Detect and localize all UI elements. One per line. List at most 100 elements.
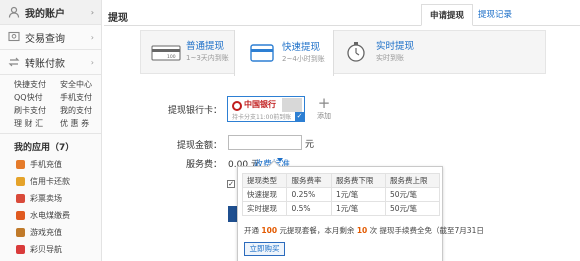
tab-apply-withdraw[interactable]: 申请提现 xyxy=(421,4,474,26)
subnav-link[interactable]: 优 惠 券 xyxy=(60,117,110,130)
subnav-link[interactable]: 快捷支付 xyxy=(14,78,60,91)
gift-icon xyxy=(16,245,25,254)
app-label: 彩贝导航 xyxy=(30,245,62,254)
table-cell: 快速提现 xyxy=(241,187,288,202)
chevron-right-icon: › xyxy=(90,58,94,67)
sidebar-item-transfer[interactable]: 转账付款 › xyxy=(0,50,101,75)
type-desc: 1~3天内到账 xyxy=(186,54,229,62)
user-icon xyxy=(8,6,20,18)
app-item-credit-card[interactable]: 信用卡还款 xyxy=(0,173,101,190)
table-header: 服务费率 xyxy=(286,173,332,188)
my-apps-label: 我的应用 xyxy=(14,143,51,153)
subnav-link[interactable]: 刷卡支付 xyxy=(14,104,60,117)
note-text: 次 提现手续费全免（截至7月31日 xyxy=(369,226,484,235)
sidebar-item-label: 我的账户 xyxy=(25,8,65,20)
table-header: 提现类型 xyxy=(241,173,288,188)
my-apps-count: （7） xyxy=(50,143,75,153)
app-label: 彩票卖场 xyxy=(30,194,62,203)
fee-standard-popup: 提现类型 服务费率 服务费下限 服务费上限 快速提现 0.25% 1元/笔 50… xyxy=(237,160,484,261)
fee-table: 提现类型 服务费率 服务费下限 服务费上限 快速提现 0.25% 1元/笔 50… xyxy=(241,173,441,216)
type-name: 快速提现 xyxy=(282,42,321,53)
type-desc: 2~4小时到账 xyxy=(282,55,325,63)
note-text: 开通 xyxy=(244,226,259,235)
app-item-lottery[interactable]: 彩票卖场 xyxy=(0,190,101,207)
chevron-right-icon: › xyxy=(90,8,94,17)
app-label: 游戏充值 xyxy=(30,228,62,237)
note-amount: 100 xyxy=(261,226,278,235)
subnav-link[interactable]: 手机支付 xyxy=(60,91,110,104)
sidebar-item-label: 转账付款 xyxy=(25,58,65,70)
add-card-label: 添加 xyxy=(317,112,331,120)
subnav-link[interactable]: 我的支付 xyxy=(60,104,110,117)
amount-label: 提现金额： xyxy=(176,141,222,151)
table-cell: 50元/笔 xyxy=(384,187,441,202)
type-name: 实时提现 xyxy=(376,41,415,52)
my-apps-heading: 我的应用（7） xyxy=(0,134,101,156)
app-label: 信用卡还款 xyxy=(30,177,70,186)
table-cell: 0.5% xyxy=(286,201,332,216)
transfer-icon xyxy=(8,57,20,67)
amount-unit: 元 xyxy=(305,140,315,150)
table-row: 快速提现 0.25% 1元/笔 50元/笔 xyxy=(241,187,441,202)
game-icon xyxy=(16,228,25,237)
bank-desc: 持卡分支11:00前到账 xyxy=(232,114,292,121)
svg-text:100: 100 xyxy=(167,54,176,60)
type-realtime-withdraw[interactable]: 实时提现 实时到账 xyxy=(341,31,436,73)
buy-now-button[interactable]: 立即购买 xyxy=(244,242,285,256)
plus-icon: + xyxy=(317,94,331,112)
sidebar-item-label: 交易查询 xyxy=(25,33,65,45)
sidebar-subnav: 快捷支付 安全中心 QQ快付 手机支付 刷卡支付 我的支付 理 财 汇 优 惠 … xyxy=(0,75,101,134)
sidebar-item-my-account[interactable]: 我的账户 › xyxy=(0,0,101,25)
add-card-button[interactable]: + 添加 xyxy=(313,96,335,122)
package-note: 开通 100 元提现套餐，本月剩余 10 次 提现手续费全免（截至7月31日 xyxy=(244,225,484,236)
type-name: 普通提现 xyxy=(186,41,225,52)
table-cell: 实时提现 xyxy=(241,201,288,216)
table-row: 实时提现 0.5% 1元/笔 50元/笔 xyxy=(241,201,441,216)
lottery-icon xyxy=(16,194,25,203)
app-label: 手机充值 xyxy=(30,160,62,169)
table-header: 服务费下限 xyxy=(330,173,386,188)
sidebar: 我的账户 › 交易查询 › 转账付款 › 快捷支付 安全中心 QQ快付 手机支付… xyxy=(0,0,102,261)
check-icon: ✓ xyxy=(295,112,304,121)
app-label: 水电煤缴费 xyxy=(30,211,70,220)
table-header-row: 提现类型 服务费率 服务费下限 服务费上限 xyxy=(241,173,441,188)
bank-name: 中国银行 xyxy=(244,100,276,109)
fee-label: 服务费： xyxy=(185,160,222,170)
type-desc: 实时到账 xyxy=(376,54,404,62)
subnav-link[interactable]: 安全中心 xyxy=(60,78,110,91)
note-text: 元提现套餐，本月剩余 xyxy=(279,226,355,235)
page-title: 提现 xyxy=(108,13,128,24)
tab-withdraw-history[interactable]: 提现记录 xyxy=(470,4,520,26)
agreement-checkbox[interactable]: ✓ xyxy=(227,180,235,188)
app-item-phone-recharge[interactable]: 手机充值 xyxy=(0,156,101,173)
flame-icon xyxy=(16,211,25,220)
credit-card-icon xyxy=(16,177,25,186)
app-item-utilities[interactable]: 水电煤缴费 xyxy=(0,207,101,224)
page-header: 提现 申请提现 提现记录 xyxy=(104,4,580,26)
card-number-mask xyxy=(282,98,302,112)
table-header: 服务费上限 xyxy=(384,173,441,188)
stopwatch-icon xyxy=(347,42,365,62)
app-item-game[interactable]: 游戏充值 xyxy=(0,224,101,241)
type-fast-withdraw[interactable]: 快速提现 2~4小时到账 xyxy=(234,30,334,76)
card-icon xyxy=(250,44,274,62)
withdraw-type-selector: 100 普通提现 1~3天内到账 快速提现 2~4小时到账 实时提现实时到账 xyxy=(140,30,546,76)
table-cell: 0.25% xyxy=(286,187,332,202)
table-cell: 1元/笔 xyxy=(330,201,386,216)
table-cell: 50元/笔 xyxy=(384,201,441,216)
chevron-right-icon: › xyxy=(90,33,94,42)
note-count: 10 xyxy=(356,226,368,235)
type-normal-withdraw[interactable]: 100 普通提现 1~3天内到账 xyxy=(151,31,241,73)
search-icon xyxy=(8,31,20,42)
table-cell: 1元/笔 xyxy=(330,187,386,202)
amount-input[interactable] xyxy=(228,135,302,150)
sidebar-item-transactions[interactable]: 交易查询 › xyxy=(0,25,101,50)
bank-card-label: 提现银行卡： xyxy=(167,106,222,116)
subnav-link[interactable]: QQ快付 xyxy=(14,91,60,104)
phone-icon xyxy=(16,160,25,169)
bank-of-china-logo-icon xyxy=(232,101,242,111)
subnav-link[interactable]: 理 财 汇 xyxy=(14,117,60,130)
bank-card-icon: 100 xyxy=(151,45,181,61)
app-item-navigation[interactable]: 彩贝导航 xyxy=(0,241,101,258)
caret-down-icon xyxy=(277,158,283,162)
